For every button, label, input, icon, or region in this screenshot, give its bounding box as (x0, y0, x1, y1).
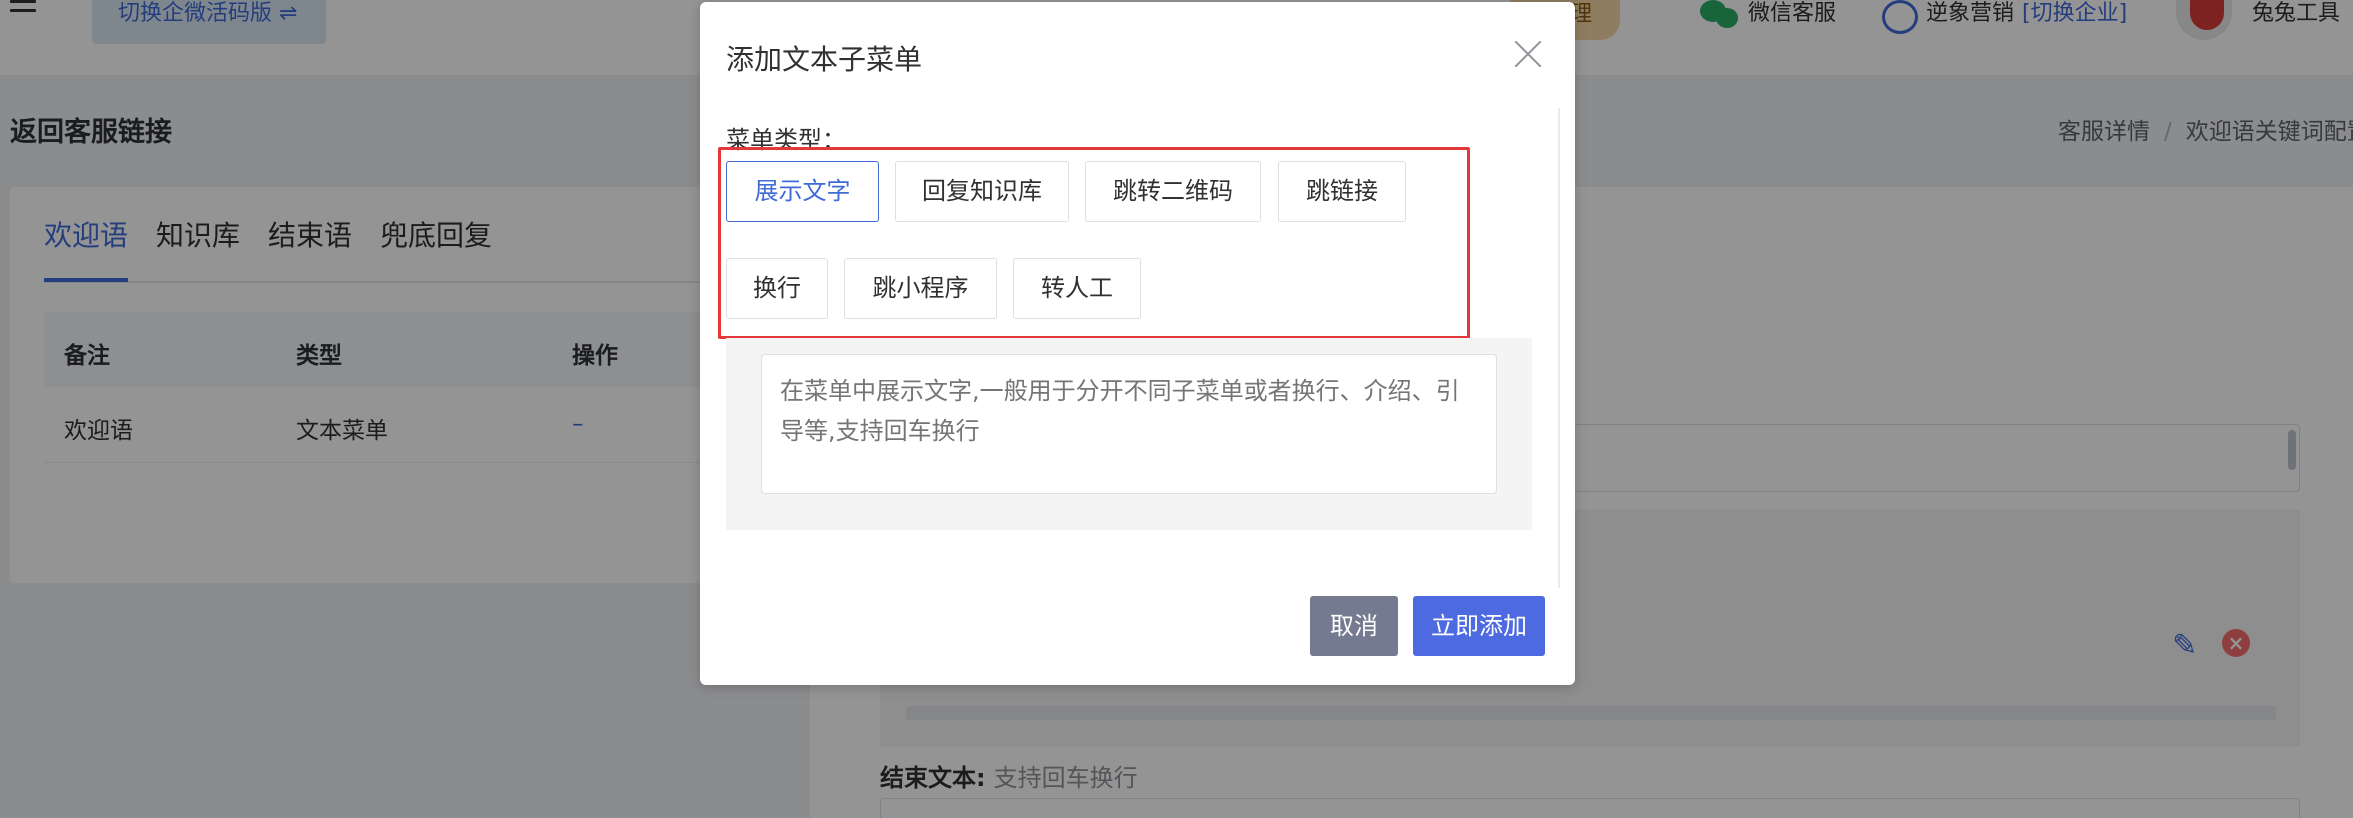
add-text-submenu-dialog: 添加文本子菜单 菜单类型： 展示文字 回复知识库 跳转二维码 跳链接 换行 跳小… (700, 2, 1575, 685)
dialog-scroll-track (1558, 108, 1560, 588)
option-mini-program[interactable]: 跳小程序 (844, 258, 997, 319)
option-show-text[interactable]: 展示文字 (726, 161, 879, 222)
description-input[interactable] (761, 354, 1497, 494)
add-now-button[interactable]: 立即添加 (1413, 596, 1545, 656)
option-jump-link[interactable]: 跳链接 (1278, 161, 1406, 222)
option-line-break[interactable]: 换行 (726, 258, 828, 319)
option-transfer-human[interactable]: 转人工 (1013, 258, 1141, 319)
option-jump-qrcode[interactable]: 跳转二维码 (1085, 161, 1261, 222)
option-reply-knowledge[interactable]: 回复知识库 (895, 161, 1069, 222)
dialog-title: 添加文本子菜单 (726, 43, 923, 76)
close-icon[interactable] (1512, 38, 1544, 70)
cancel-button[interactable]: 取消 (1310, 596, 1398, 656)
